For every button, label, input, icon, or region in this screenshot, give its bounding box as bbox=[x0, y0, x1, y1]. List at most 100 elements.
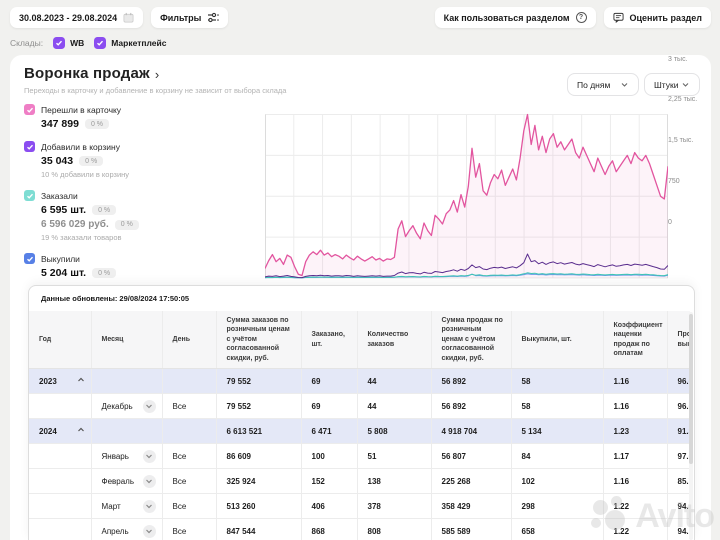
table-row-year: 202379 552694456 892581.1696.67 bbox=[29, 369, 690, 394]
metric-value: 6 595 шт. bbox=[41, 204, 86, 216]
table-row-month: ЯнварьВсе86 6091005156 807841.1797.67 bbox=[29, 444, 690, 469]
table-header-cell: Сумма заказов по розничным ценам с учёто… bbox=[216, 311, 301, 369]
month-dropdown-toggle[interactable] bbox=[143, 475, 156, 488]
metric-change-badge: 0 % bbox=[92, 268, 116, 278]
table-cell: 100 bbox=[301, 444, 357, 469]
month-dropdown-toggle[interactable] bbox=[143, 500, 156, 513]
month-cell: Январь bbox=[91, 444, 162, 469]
table-header-cell: Месяц bbox=[91, 311, 162, 369]
chevron-down-icon bbox=[145, 527, 153, 535]
table-cell: 69 bbox=[301, 394, 357, 419]
y-axis-tick-label: 2,25 тыс. bbox=[668, 96, 697, 103]
table-row-month: ДекабрьВсе79 552694456 892581.1696.67 bbox=[29, 394, 690, 419]
month-dropdown-toggle[interactable] bbox=[143, 450, 156, 463]
metric-label: Выкупили bbox=[41, 254, 80, 264]
warehouses-filter-row: Склады: WB Маркетплейс bbox=[10, 37, 167, 49]
month-dropdown-toggle[interactable] bbox=[143, 400, 156, 413]
section-subtitle: Переходы в карточку и добавление в корзи… bbox=[24, 86, 286, 95]
month-cell: Февраль bbox=[91, 469, 162, 494]
table-cell: 44 bbox=[357, 394, 431, 419]
year-cell bbox=[29, 469, 91, 494]
metric-change-badge: 0 % bbox=[92, 205, 116, 215]
table-row-month: ФевральВсе325 924152138225 2681021.1685.… bbox=[29, 469, 690, 494]
table-cell: 1.22 bbox=[603, 519, 667, 540]
month-cell bbox=[91, 369, 162, 394]
metric-card-visits: Перешли в карточку 347 899 0 % bbox=[24, 104, 259, 130]
table-cell: 1.16 bbox=[603, 469, 667, 494]
warehouse-checkbox-wb[interactable]: WB bbox=[53, 37, 84, 49]
table-cell: 5 134 bbox=[511, 419, 603, 444]
month-dropdown-toggle[interactable] bbox=[143, 525, 156, 538]
chevron-right-icon: › bbox=[155, 67, 159, 82]
checkbox-checked-icon bbox=[94, 37, 106, 49]
day-cell: Все bbox=[162, 469, 216, 494]
rate-section-button[interactable]: Оценить раздел bbox=[604, 7, 711, 28]
y-axis-tick-label: 3 тыс. bbox=[668, 56, 688, 63]
month-cell: Декабрь bbox=[91, 394, 162, 419]
metric-change-badge: 0 % bbox=[79, 156, 103, 166]
metric-value-rub: 6 596 029 руб. bbox=[41, 219, 109, 230]
table-scrollbar-thumb[interactable] bbox=[689, 314, 693, 464]
metric-checkbox[interactable] bbox=[24, 253, 35, 264]
y-axis-tick-label: 1,5 тыс. bbox=[668, 137, 693, 144]
page-title: Воронка продаж bbox=[24, 65, 150, 82]
day-cell: Все bbox=[162, 444, 216, 469]
table-cell: 56 892 bbox=[431, 369, 511, 394]
table-cell: 585 589 bbox=[431, 519, 511, 540]
help-label: Как пользоваться разделом bbox=[444, 13, 570, 23]
details-table-scroll-area[interactable]: ГодМесяцДеньСумма заказов по розничным ц… bbox=[29, 311, 690, 540]
table-cell: 1.23 bbox=[603, 419, 667, 444]
collapse-year-toggle[interactable] bbox=[77, 376, 85, 386]
table-header-cell: Выкупили, шт. bbox=[511, 311, 603, 369]
chevron-down-icon bbox=[145, 502, 153, 510]
metric-value: 5 204 шт. bbox=[41, 267, 86, 279]
collapse-year-toggle[interactable] bbox=[77, 426, 85, 436]
warehouse-marketplace-label: Маркетплейс bbox=[111, 38, 166, 48]
metric-card-ordered: Заказали 6 595 шт. 0 % 6 596 029 руб. 0 … bbox=[24, 190, 259, 242]
year-cell bbox=[29, 519, 91, 540]
warehouse-checkbox-marketplace[interactable]: Маркетплейс bbox=[94, 37, 166, 49]
metric-checkbox[interactable] bbox=[24, 190, 35, 201]
table-header: ГодМесяцДеньСумма заказов по розничным ц… bbox=[29, 311, 690, 369]
chevron-up-icon bbox=[77, 376, 85, 384]
day-cell: Все bbox=[162, 494, 216, 519]
warehouses-label: Склады: bbox=[10, 38, 43, 48]
table-cell: 97.67 bbox=[667, 444, 690, 469]
y-axis-tick-label: 0 bbox=[668, 219, 672, 226]
filters-button[interactable]: Фильтры bbox=[151, 7, 228, 28]
rate-label: Оценить раздел bbox=[630, 13, 702, 23]
year-cell bbox=[29, 394, 91, 419]
help-button[interactable]: Как пользоваться разделом ? bbox=[435, 7, 596, 28]
table-cell: 6 613 521 bbox=[216, 419, 301, 444]
sales-funnel-card: Воронка продаж › Переходы в карточку и д… bbox=[10, 55, 711, 540]
question-circle-icon: ? bbox=[576, 12, 587, 23]
table-header-cell: Заказано, шт. bbox=[301, 311, 357, 369]
metric-checkbox[interactable] bbox=[24, 104, 35, 115]
metric-value: 35 043 bbox=[41, 155, 73, 167]
table-cell: 358 429 bbox=[431, 494, 511, 519]
chevron-up-icon bbox=[77, 426, 85, 434]
table-header-cell: Год bbox=[29, 311, 91, 369]
period-select[interactable]: По дням bbox=[567, 73, 639, 96]
chart-y-axis: 3 тыс.2,25 тыс.1,5 тыс.7500 bbox=[664, 52, 704, 228]
table-cell: 58 bbox=[511, 394, 603, 419]
table-cell: 94.15 bbox=[667, 519, 690, 540]
details-table: ГодМесяцДеньСумма заказов по розничным ц… bbox=[29, 311, 690, 540]
date-range-picker[interactable]: 30.08.2023 - 29.08.2024 bbox=[10, 7, 143, 28]
funnel-line-chart[interactable] bbox=[265, 107, 668, 283]
table-cell: 847 544 bbox=[216, 519, 301, 540]
metric-label: Перешли в карточку bbox=[41, 105, 121, 115]
metric-label: Заказали bbox=[41, 191, 78, 201]
metric-checkbox[interactable] bbox=[24, 141, 35, 152]
table-cell: 56 892 bbox=[431, 394, 511, 419]
table-cell: 378 bbox=[357, 494, 431, 519]
section-title-row[interactable]: Воронка продаж › bbox=[24, 65, 159, 82]
data-updated-timestamp: Данные обновлены: 29/08/2024 17:50:05 bbox=[29, 286, 694, 308]
table-cell: 56 807 bbox=[431, 444, 511, 469]
table-cell: 85.71 bbox=[667, 469, 690, 494]
table-cell: 1.16 bbox=[603, 369, 667, 394]
table-cell: 513 260 bbox=[216, 494, 301, 519]
table-cell: 325 924 bbox=[216, 469, 301, 494]
warehouse-wb-label: WB bbox=[70, 38, 84, 48]
date-range-value: 30.08.2023 - 29.08.2024 bbox=[19, 13, 117, 23]
